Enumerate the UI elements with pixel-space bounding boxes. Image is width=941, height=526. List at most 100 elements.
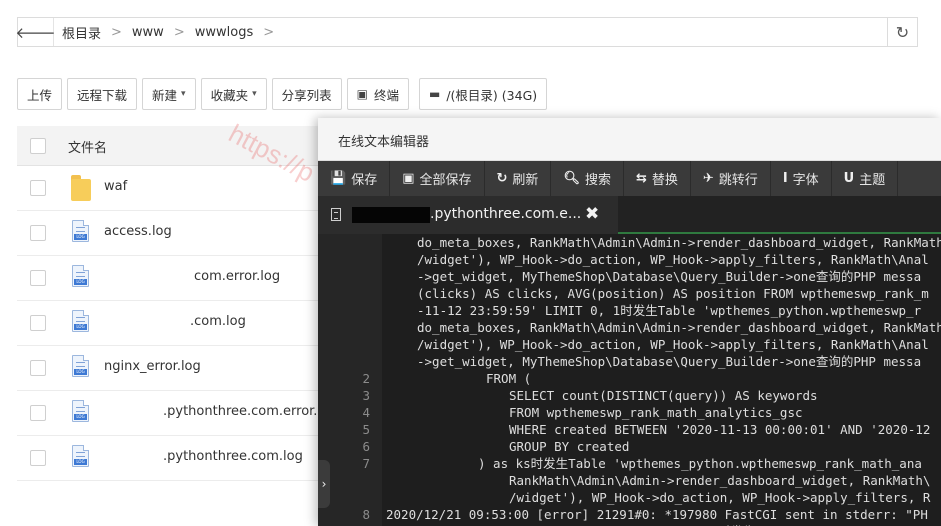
terminal-button[interactable]: ▣ 终端 — [346, 78, 409, 110]
crumb-www[interactable]: www — [132, 25, 164, 40]
code-line: -11-12 23:59:59' LIMIT 0, 1时发生Table 'wpt… — [318, 302, 941, 319]
file-row[interactable]: LOG nginx_error.log — [17, 346, 337, 391]
theme-icon: U — [843, 171, 855, 186]
terminal-label: 终端 — [373, 87, 399, 103]
code-line: 4 FROM wpthemeswp_rank_math_analytics_gsc — [318, 404, 941, 421]
crumb-wwwlogs[interactable]: wwwlogs — [195, 25, 254, 40]
code-text: (clicks) AS clicks, AVG(position) AS pos… — [417, 286, 929, 301]
line-number: 4 — [362, 405, 370, 420]
code-line: 7) as ks时发生Table 'wpthemes_python.wpthem… — [318, 455, 941, 472]
code-line: RankMath\Admin\Admin->render_dashboard_w… — [318, 472, 941, 489]
log-file-icon: LOG — [72, 310, 89, 332]
log-file-icon: LOG — [72, 355, 89, 377]
chevron-right-icon: > — [173, 24, 185, 40]
editor-menu-label: 字体 — [792, 173, 819, 188]
code-text: RankMath\Admin\Admin->render_dashboard_w… — [509, 473, 931, 488]
file-name[interactable]: access.log — [104, 224, 172, 239]
editor-tabs: .pythonthree.com.e... ✖ — [318, 196, 941, 234]
code-area[interactable]: do_meta_boxes, RankMath\Admin\Admin->ren… — [318, 234, 941, 526]
log-file-icon: LOG — [72, 400, 89, 422]
editor-menu-item[interactable]: U 主题 — [832, 161, 899, 196]
file-name[interactable]: .pythonthree.com.error.log — [163, 404, 337, 419]
terminal-icon: ▣ — [356, 87, 368, 101]
file-name[interactable]: .pythonthree.com.log — [163, 449, 303, 464]
code-line: ->get_widget, MyThemeShop\Database\Query… — [318, 268, 941, 285]
file-icon — [331, 208, 341, 221]
goto-line-icon: ✈ — [702, 171, 714, 186]
editor-menu-item[interactable]: Ⅰ 字体 — [771, 161, 832, 196]
editor-tab[interactable]: .pythonthree.com.e... ✖ — [318, 196, 618, 234]
code-line: /widget'), WP_Hook->do_action, WP_Hook->… — [318, 251, 941, 268]
file-row[interactable]: LOG .pythonthree.com.error.log — [17, 391, 337, 436]
row-checkbox[interactable] — [30, 270, 46, 286]
file-row[interactable]: LOG .pythonthree.com.log — [17, 436, 337, 481]
code-line: 5 WHERE created BETWEEN '2020-11-13 00:00… — [318, 421, 941, 438]
refresh-button[interactable]: ↻ — [888, 17, 918, 47]
row-checkbox[interactable] — [30, 450, 46, 466]
code-line: (clicks) AS clicks, AVG(position) AS pos… — [318, 285, 941, 302]
editor-menu-item[interactable]: ↻ 刷新 — [485, 161, 552, 196]
collapse-panel-button[interactable]: › — [318, 460, 330, 508]
file-row[interactable]: LOG access.log — [17, 211, 337, 256]
refresh-icon: ↻ — [895, 22, 910, 42]
code-text: /widget'), WP_Hook->do_action, WP_Hook->… — [417, 252, 929, 267]
row-checkbox[interactable] — [30, 360, 46, 376]
code-text: /widget'), WP_Hook->do_action, WP_Hook->… — [509, 490, 931, 505]
code-line: ->get_widget, MyThemeShop\Database\Query… — [318, 353, 941, 370]
row-checkbox[interactable] — [30, 315, 46, 331]
editor-menu-item[interactable]: ⇆ 替换 — [624, 161, 691, 196]
file-row[interactable]: LOG .com.log — [17, 301, 337, 346]
select-all-checkbox[interactable] — [30, 138, 46, 154]
close-tab-icon[interactable]: ✖ — [585, 204, 599, 224]
crumb-root[interactable]: 根目录 — [62, 23, 101, 42]
code-text: GROUP BY created — [509, 439, 630, 454]
file-name[interactable]: com.error.log — [194, 269, 280, 284]
code-text: ->get_widget, MyThemeShop\Database\Query… — [417, 269, 922, 284]
file-toolbar: 上传 远程下载 新建 ▾ 收藏夹 ▾ 分享列表 ▣ 终端 ▬/(根目录) (34G) — [17, 78, 552, 112]
code-text: do_meta_boxes, RankMath\Admin\Admin->ren… — [417, 235, 941, 250]
file-row[interactable]: LOG com.error.log — [17, 256, 337, 301]
code-text: SELECT count(DISTINCT(query)) AS keyword… — [509, 388, 818, 403]
upload-button[interactable]: 上传 — [17, 78, 63, 110]
editor-menu-label: 保存 — [351, 173, 378, 188]
line-number: 3 — [362, 388, 370, 403]
row-checkbox[interactable] — [30, 225, 46, 241]
caret-down-icon: ▾ — [252, 89, 257, 99]
file-name[interactable]: .com.log — [190, 314, 246, 329]
editor-menu-label: 全部保存 — [419, 173, 472, 188]
disk-label: /(根目录) (34G) — [446, 87, 538, 103]
editor-menu-label: 跳转行 — [718, 173, 758, 188]
code-line: 2 FROM ( — [318, 370, 941, 387]
row-checkbox[interactable] — [30, 180, 46, 196]
code-text: ) as ks时发生Table 'wpthemes_python.wptheme… — [478, 456, 922, 471]
file-name[interactable]: waf — [104, 179, 127, 194]
remote-download-button[interactable]: 远程下载 — [67, 78, 138, 110]
new-button[interactable]: 新建 ▾ — [142, 78, 196, 110]
editor-menu-item[interactable]: 💾 保存 — [318, 161, 391, 196]
code-text: FROM wpthemeswp_rank_math_analytics_gsc — [509, 405, 803, 420]
caret-down-icon: ▾ — [181, 89, 186, 99]
favorites-label: 收藏夹 — [210, 87, 249, 103]
editor-menu-item[interactable]: ✈ 跳转行 — [691, 161, 771, 196]
file-name[interactable]: nginx_error.log — [104, 359, 201, 374]
new-label: 新建 — [152, 87, 178, 103]
line-number: 6 — [362, 439, 370, 454]
share-list-button[interactable]: 分享列表 — [271, 78, 342, 110]
editor-menu-label: 主题 — [859, 173, 886, 188]
disk-button[interactable]: ▬ /(根目录) (34G) — [419, 78, 548, 110]
disk-icon: ▬ — [429, 87, 441, 101]
editor-title-bar[interactable]: 在线文本编辑器 — [318, 118, 941, 161]
arrow-left-icon: 🡐 — [15, 23, 56, 42]
editor-menu: 💾 保存 ▣ 全部保存 ↻ 刷新 🔍︎ 搜索 ⇆ 替换 ✈ 跳转行 Ⅰ 字体 U 主题 — [318, 161, 941, 196]
favorites-button[interactable]: 收藏夹 ▾ — [200, 78, 267, 110]
tab-filename: .pythonthree.com.e... — [430, 206, 582, 222]
code-line: do_meta_boxes, RankMath\Admin\Admin->ren… — [318, 319, 941, 336]
editor-menu-item[interactable]: 🔍︎ 搜索 — [551, 161, 624, 196]
path-bar: 🡐 根目录 > www > wwwlogs > — [15, 17, 888, 47]
filename-column-header[interactable]: 文件名 — [68, 137, 107, 156]
row-checkbox[interactable] — [30, 405, 46, 421]
remote-download-label: 远程下载 — [77, 87, 128, 103]
share-list-label: 分享列表 — [281, 87, 332, 103]
back-button[interactable]: 🡐 — [15, 18, 56, 46]
editor-menu-item[interactable]: ▣ 全部保存 — [390, 161, 485, 196]
